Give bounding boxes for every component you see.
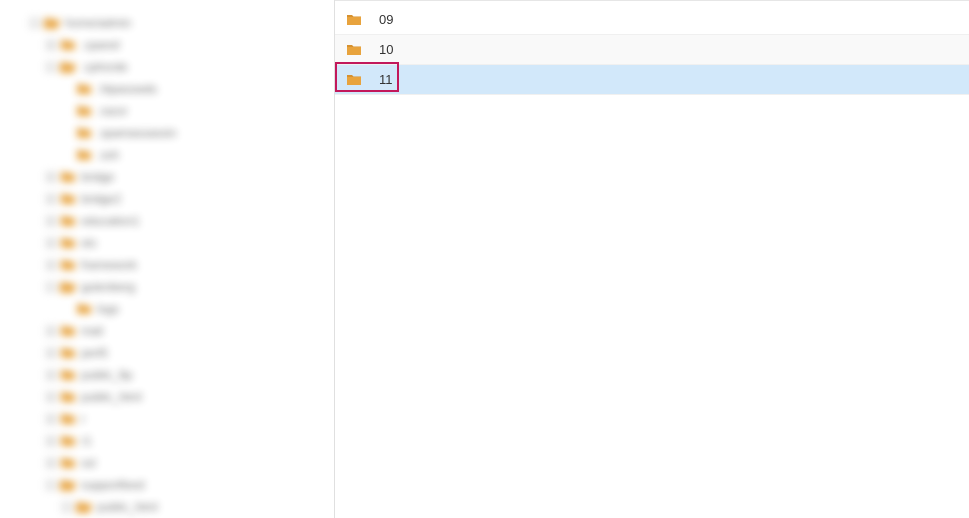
tree-item-label: gutenberg (81, 280, 135, 294)
expand-toggle-icon[interactable] (46, 216, 56, 226)
expand-toggle-icon[interactable] (46, 370, 56, 380)
folder-icon (345, 41, 363, 59)
expand-toggle-icon[interactable] (46, 40, 56, 50)
file-row-label: 11 (379, 72, 393, 87)
folder-open-icon (44, 16, 60, 30)
folder-icon (60, 368, 76, 382)
tree-item[interactable]: gutenberg (44, 276, 334, 298)
folder-icon (60, 456, 76, 470)
folder-icon (60, 258, 76, 272)
folder-tree-sidebar: home/admin .cpanel .cphorde .htpasswds .razo… (0, 0, 335, 518)
folder-icon (60, 236, 76, 250)
tree-item[interactable]: framework (44, 254, 334, 276)
tree-item-label: public_html (97, 500, 158, 514)
folder-icon (76, 126, 92, 140)
folder-icon (60, 346, 76, 360)
expand-toggle-icon[interactable] (46, 348, 56, 358)
folder-icon (76, 302, 92, 316)
file-list-panel: 09 10 11 (335, 0, 969, 518)
folder-icon (76, 104, 92, 118)
collapse-toggle-icon[interactable] (62, 502, 72, 512)
file-row[interactable]: 11 (335, 65, 969, 95)
tree-item[interactable]: bridge2 (44, 188, 334, 210)
folder-icon (345, 71, 363, 89)
tree-item[interactable]: logs (60, 298, 334, 320)
folder-icon (60, 324, 76, 338)
tree-item-label: .ssh (97, 148, 119, 162)
collapse-toggle-icon[interactable] (30, 18, 40, 28)
folder-icon (60, 214, 76, 228)
tree-item[interactable]: .razor (60, 100, 334, 122)
tree-item-label: r1 (81, 434, 92, 448)
tree-item-label: etc (81, 236, 97, 250)
tree-item-label: bridge2 (81, 192, 121, 206)
tree-item-label: ssl (81, 456, 96, 470)
folder-icon (60, 38, 76, 52)
tree-item[interactable]: r1 (44, 430, 334, 452)
tree-item[interactable]: r (44, 408, 334, 430)
tree-item-label: framework (81, 258, 137, 272)
tree-item[interactable]: .ssh (60, 144, 334, 166)
folder-icon (60, 170, 76, 184)
file-row[interactable]: 10 (335, 35, 969, 65)
tree-item[interactable]: .spamassassin (60, 122, 334, 144)
tree-item[interactable]: public_ftp (44, 364, 334, 386)
tree-item-label: .razor (97, 104, 128, 118)
collapse-toggle-icon[interactable] (46, 282, 56, 292)
folder-open-icon (60, 60, 76, 74)
tree-item-label: public_html (81, 390, 142, 404)
tree-item-label: logs (97, 302, 119, 316)
tree-item[interactable]: home/admin (28, 12, 334, 34)
tree-item[interactable]: public_html (60, 496, 334, 518)
tree-item[interactable]: mail (44, 320, 334, 342)
tree-item-label: education1 (81, 214, 140, 228)
tree-item-label: supportfeed (81, 478, 144, 492)
tree-item-label: .cpanel (81, 38, 120, 52)
collapse-toggle-icon[interactable] (46, 62, 56, 72)
expand-toggle-icon[interactable] (46, 414, 56, 424)
file-row-label: 09 (379, 12, 393, 27)
tree-item[interactable]: perl5 (44, 342, 334, 364)
tree-item[interactable]: ssl (44, 452, 334, 474)
folder-icon (76, 148, 92, 162)
tree-item[interactable]: education1 (44, 210, 334, 232)
expand-toggle-icon[interactable] (46, 194, 56, 204)
folder-icon (76, 82, 92, 96)
tree-item[interactable]: bridge (44, 166, 334, 188)
folder-icon (60, 192, 76, 206)
folder-icon (60, 434, 76, 448)
file-row-label: 10 (379, 42, 393, 57)
expand-toggle-icon[interactable] (46, 458, 56, 468)
folder-open-icon (60, 280, 76, 294)
tree-item-label: .spamassassin (97, 126, 176, 140)
tree-item-label: .cphorde (81, 60, 128, 74)
expand-toggle-icon[interactable] (46, 260, 56, 270)
tree-item-label: mail (81, 324, 103, 338)
file-row[interactable]: 09 (335, 5, 969, 35)
folder-icon (60, 412, 76, 426)
expand-toggle-icon[interactable] (46, 392, 56, 402)
tree-item[interactable]: .cpanel (44, 34, 334, 56)
tree-item-label: home/admin (65, 16, 131, 30)
tree-item[interactable]: supportfeed (44, 474, 334, 496)
folder-icon (60, 390, 76, 404)
folder-open-icon (76, 500, 92, 514)
tree-item-label: public_ftp (81, 368, 132, 382)
folder-icon (345, 11, 363, 29)
tree-item-label: perl5 (81, 346, 108, 360)
expand-toggle-icon[interactable] (46, 326, 56, 336)
tree-item[interactable]: .cphorde (44, 56, 334, 78)
expand-toggle-icon[interactable] (46, 436, 56, 446)
tree-item[interactable]: public_html (44, 386, 334, 408)
collapse-toggle-icon[interactable] (46, 480, 56, 490)
tree-item-label: .htpasswds (97, 82, 157, 96)
tree-item-label: bridge (81, 170, 114, 184)
expand-toggle-icon[interactable] (46, 238, 56, 248)
tree-item[interactable]: etc (44, 232, 334, 254)
tree-item-label: r (81, 412, 85, 426)
tree-item[interactable]: .htpasswds (60, 78, 334, 100)
expand-toggle-icon[interactable] (46, 172, 56, 182)
folder-open-icon (60, 478, 76, 492)
